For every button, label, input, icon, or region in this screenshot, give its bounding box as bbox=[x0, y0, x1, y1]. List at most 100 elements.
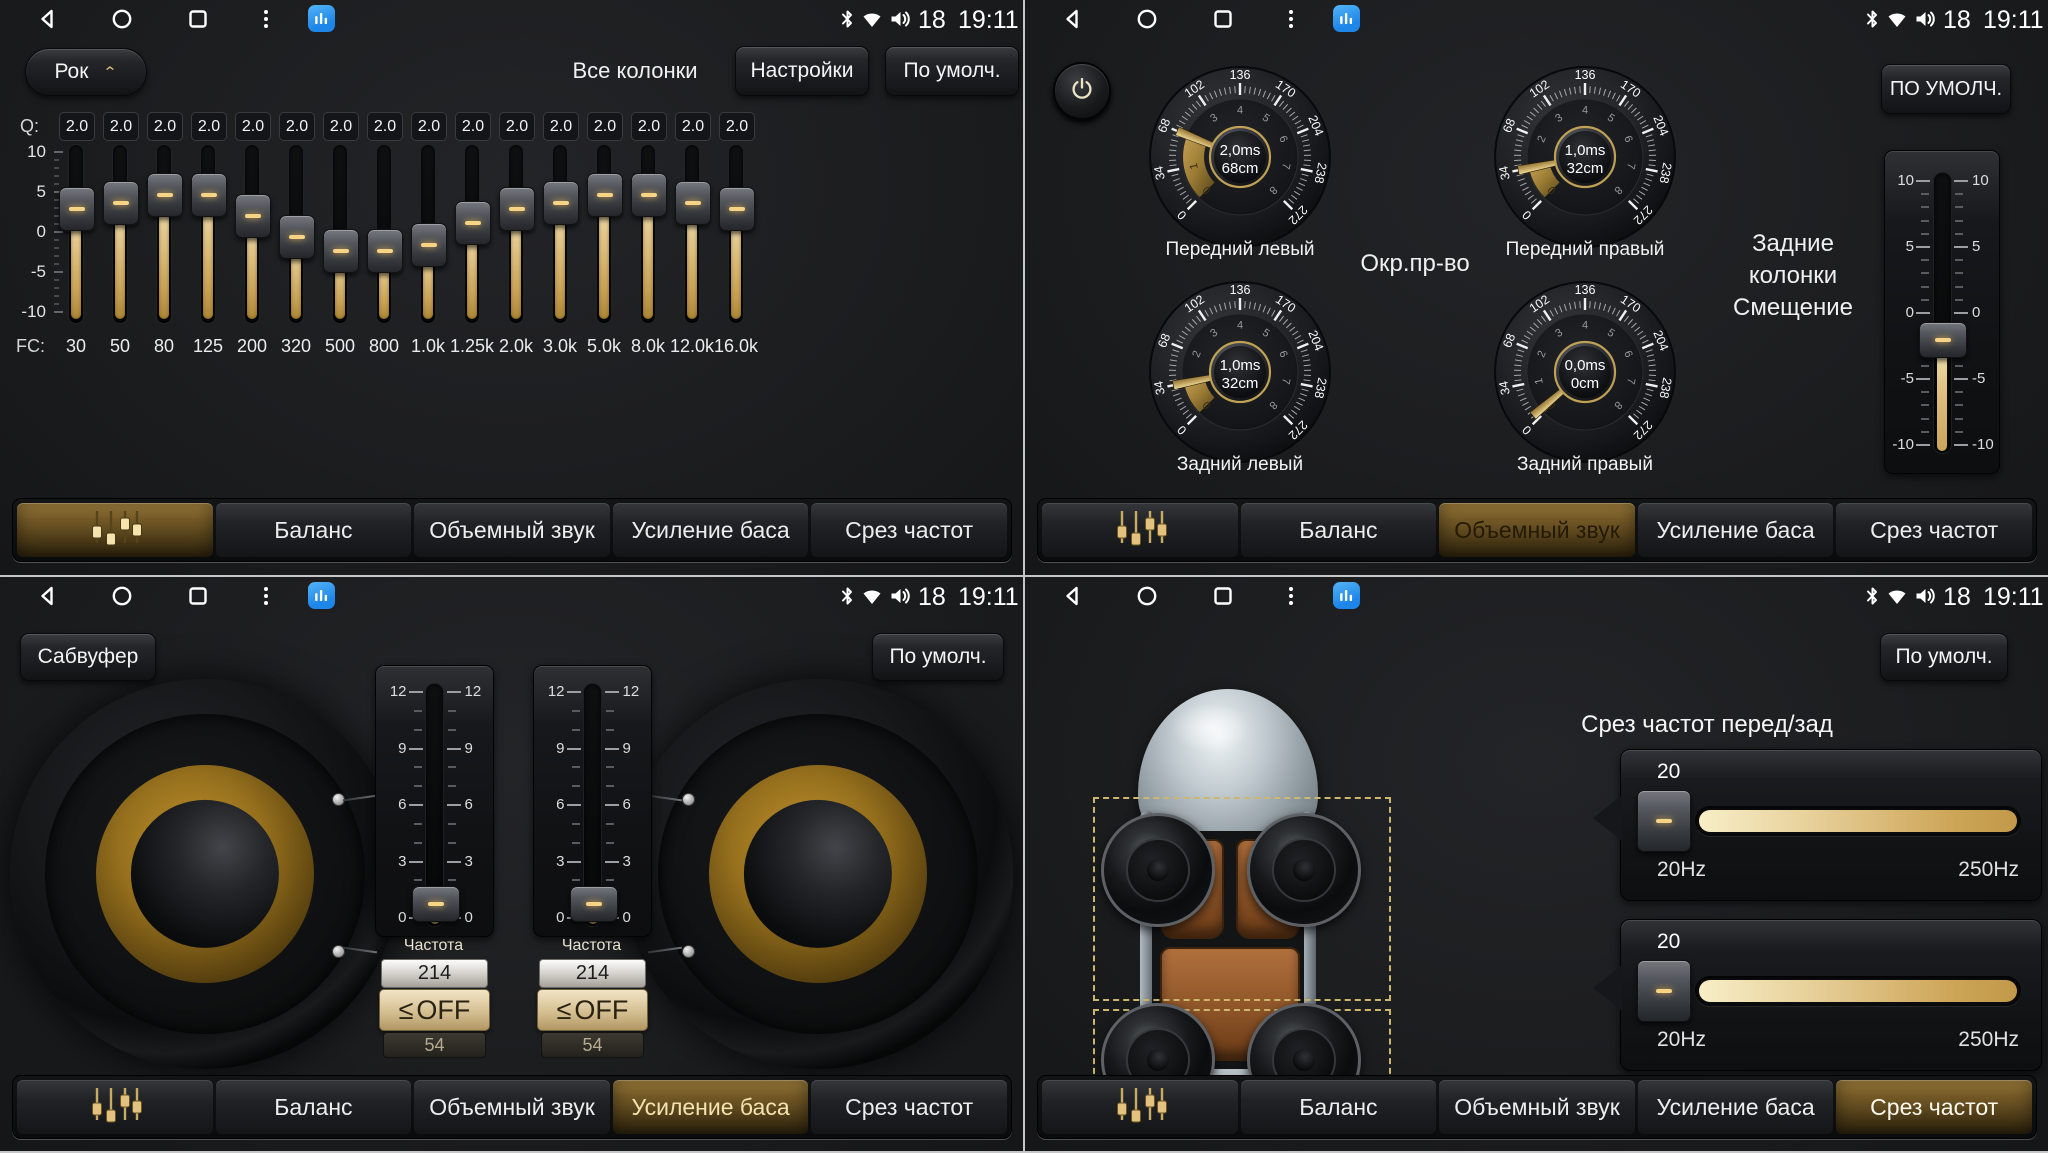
default-button[interactable]: По умолч. bbox=[872, 633, 1004, 681]
eq-band-slider[interactable] bbox=[323, 145, 357, 323]
tab-eq[interactable] bbox=[1042, 503, 1238, 557]
default-button[interactable]: ПО УМОЛЧ. bbox=[1881, 64, 2011, 114]
tab-balance[interactable]: Баланс bbox=[1241, 1080, 1437, 1134]
tab-bass[interactable]: Усиление баса bbox=[613, 1080, 809, 1134]
slider-thumb[interactable] bbox=[411, 223, 447, 267]
q-value-box[interactable]: 2.0 bbox=[543, 112, 579, 141]
slider-thumb[interactable] bbox=[279, 215, 315, 259]
tab-surround[interactable]: Объемный звук bbox=[1439, 1080, 1635, 1134]
q-value-box[interactable]: 2.0 bbox=[279, 112, 315, 141]
back-icon[interactable] bbox=[1061, 584, 1085, 608]
default-button[interactable]: По умолч. bbox=[1880, 633, 2008, 681]
slider-thumb[interactable] bbox=[235, 194, 271, 238]
picker-prev-value[interactable]: 214 bbox=[539, 959, 646, 988]
slider-thumb[interactable] bbox=[367, 229, 403, 273]
home-icon[interactable] bbox=[1135, 584, 1159, 608]
eq-band-slider[interactable] bbox=[675, 145, 709, 323]
picker-prev-value[interactable]: 214 bbox=[381, 959, 488, 988]
app-icon[interactable] bbox=[308, 5, 335, 32]
home-icon[interactable] bbox=[110, 584, 134, 608]
eq-band-slider[interactable] bbox=[147, 145, 181, 323]
eq-band-slider[interactable] bbox=[235, 145, 269, 323]
app-icon[interactable] bbox=[308, 582, 335, 609]
settings-button[interactable]: Настройки bbox=[735, 46, 869, 96]
eq-band-slider[interactable] bbox=[455, 145, 489, 323]
delay-knob[interactable]: 034681021361702042382720123456781,0ms32c… bbox=[1490, 62, 1680, 252]
eq-band-slider[interactable] bbox=[499, 145, 533, 323]
slider-thumb[interactable] bbox=[1637, 960, 1691, 1022]
delay-knob[interactable]: 034681021361702042382720123456782,0ms68c… bbox=[1145, 62, 1335, 252]
slider-thumb[interactable] bbox=[455, 201, 491, 245]
tab-surround[interactable]: Объемный звук bbox=[414, 1080, 610, 1134]
tab-crossover[interactable]: Срез частот bbox=[811, 503, 1007, 557]
q-value-box[interactable]: 2.0 bbox=[323, 112, 359, 141]
delay-knob[interactable]: 034681021361702042382720123456780,0ms0cm bbox=[1490, 277, 1680, 467]
eq-band-slider[interactable] bbox=[103, 145, 137, 323]
menu-icon[interactable] bbox=[1279, 7, 1303, 31]
recents-icon[interactable] bbox=[186, 584, 210, 608]
tab-crossover[interactable]: Срез частот bbox=[811, 1080, 1007, 1134]
eq-band-slider[interactable] bbox=[191, 145, 225, 323]
back-icon[interactable] bbox=[1061, 7, 1085, 31]
eq-band-slider[interactable] bbox=[719, 145, 753, 323]
q-value-box[interactable]: 2.0 bbox=[631, 112, 667, 141]
tab-eq[interactable] bbox=[1042, 1080, 1238, 1134]
q-value-box[interactable]: 2.0 bbox=[191, 112, 227, 141]
slider-thumb[interactable] bbox=[631, 173, 667, 217]
tab-surround[interactable]: Объемный звук bbox=[414, 503, 610, 557]
q-value-box[interactable]: 2.0 bbox=[499, 112, 535, 141]
eq-band-slider[interactable] bbox=[279, 145, 313, 323]
picker-next-value[interactable]: 54 bbox=[541, 1032, 644, 1058]
tab-crossover[interactable]: Срез частот bbox=[1836, 503, 2032, 557]
tab-surround[interactable]: Объемный звук bbox=[1439, 503, 1635, 557]
slider-thumb[interactable] bbox=[1919, 322, 1967, 358]
picker-current-value[interactable]: ≤OFF bbox=[537, 989, 648, 1031]
tab-bass[interactable]: Усиление баса bbox=[1638, 1080, 1834, 1134]
tab-bass[interactable]: Усиление баса bbox=[1638, 503, 1834, 557]
delay-knob[interactable]: 034681021361702042382720123456781,0ms32c… bbox=[1145, 277, 1335, 467]
tab-balance[interactable]: Баланс bbox=[216, 1080, 412, 1134]
slider-thumb[interactable] bbox=[59, 187, 95, 231]
recents-icon[interactable] bbox=[1211, 584, 1235, 608]
menu-icon[interactable] bbox=[254, 584, 278, 608]
slider-thumb[interactable] bbox=[570, 886, 618, 922]
slider-thumb[interactable] bbox=[719, 187, 755, 231]
slider-thumb[interactable] bbox=[675, 181, 711, 225]
recents-icon[interactable] bbox=[186, 7, 210, 31]
slider-thumb[interactable] bbox=[103, 181, 139, 225]
all-speakers-label[interactable]: Все колонки bbox=[560, 50, 710, 92]
eq-band-slider[interactable] bbox=[367, 145, 401, 323]
q-value-box[interactable]: 2.0 bbox=[455, 112, 491, 141]
q-value-box[interactable]: 2.0 bbox=[103, 112, 139, 141]
menu-icon[interactable] bbox=[1279, 584, 1303, 608]
tab-bass[interactable]: Усиление баса bbox=[613, 503, 809, 557]
slider-thumb[interactable] bbox=[191, 173, 227, 217]
slider-thumb[interactable] bbox=[147, 173, 183, 217]
q-value-box[interactable]: 2.0 bbox=[367, 112, 403, 141]
eq-band-slider[interactable] bbox=[543, 145, 577, 323]
q-value-box[interactable]: 2.0 bbox=[235, 112, 271, 141]
q-value-box[interactable]: 2.0 bbox=[59, 112, 95, 141]
eq-band-slider[interactable] bbox=[411, 145, 445, 323]
subwoofer-button[interactable]: Сабвуфер bbox=[20, 633, 156, 681]
power-button[interactable] bbox=[1053, 62, 1111, 120]
eq-band-slider[interactable] bbox=[59, 145, 93, 323]
tab-crossover[interactable]: Срез частот bbox=[1836, 1080, 2032, 1134]
q-value-box[interactable]: 2.0 bbox=[411, 112, 447, 141]
menu-icon[interactable] bbox=[254, 7, 278, 31]
eq-band-slider[interactable] bbox=[631, 145, 665, 323]
picker-current-value[interactable]: ≤OFF bbox=[379, 989, 490, 1031]
default-button[interactable]: По умолч. bbox=[885, 46, 1019, 96]
eq-band-slider[interactable] bbox=[587, 145, 621, 323]
slider-thumb[interactable] bbox=[1637, 790, 1691, 852]
recents-icon[interactable] bbox=[1211, 7, 1235, 31]
home-icon[interactable] bbox=[110, 7, 134, 31]
preset-dropdown[interactable]: Рок⌃ bbox=[25, 48, 147, 96]
q-value-box[interactable]: 2.0 bbox=[587, 112, 623, 141]
tab-balance[interactable]: Баланс bbox=[1241, 503, 1437, 557]
app-icon[interactable] bbox=[1333, 5, 1360, 32]
back-icon[interactable] bbox=[36, 584, 60, 608]
app-icon[interactable] bbox=[1333, 582, 1360, 609]
back-icon[interactable] bbox=[36, 7, 60, 31]
q-value-box[interactable]: 2.0 bbox=[675, 112, 711, 141]
